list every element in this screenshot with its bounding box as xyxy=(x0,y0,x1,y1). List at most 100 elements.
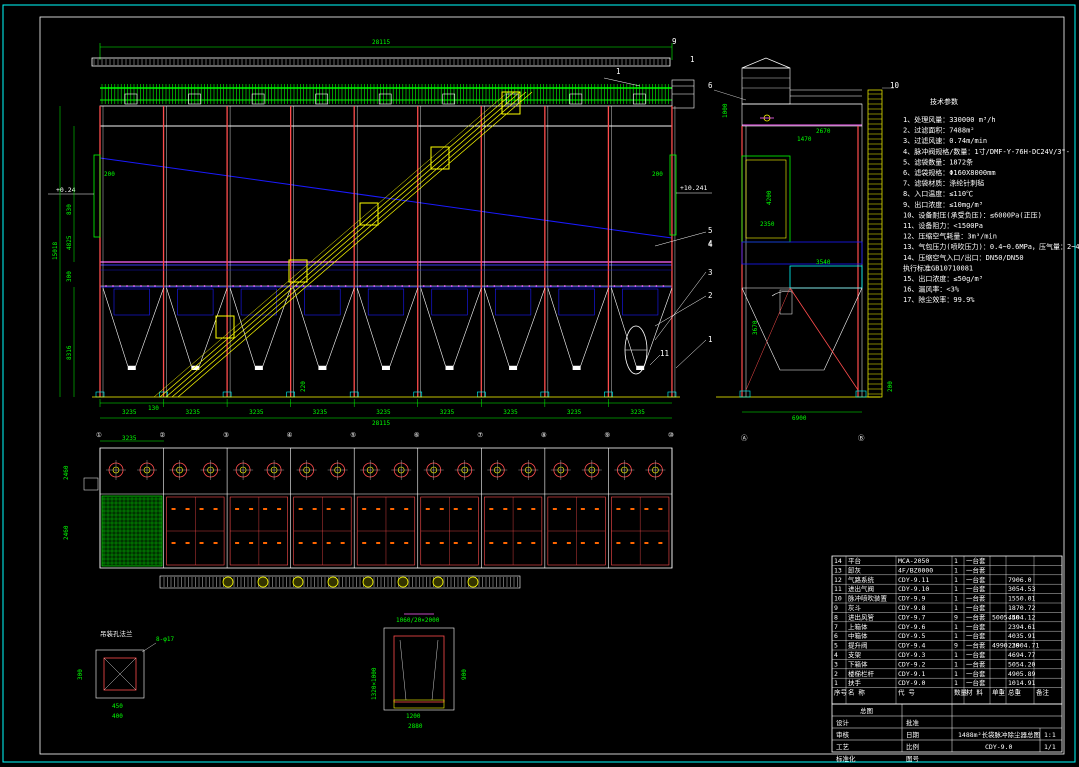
plan-bay-width: 3235 xyxy=(122,435,137,442)
bom-cell: 卸灰 xyxy=(848,565,862,574)
bom-cell: 7906.0 xyxy=(1008,576,1032,584)
callout-5: 5 xyxy=(708,226,713,235)
dim-lower-height: 8316 xyxy=(66,345,73,360)
side-dim-3540: 3540 xyxy=(816,259,831,266)
bom-cell: 进出气阀 xyxy=(848,584,874,593)
grid-label: ④ xyxy=(287,431,293,439)
callout-6: 6 xyxy=(708,81,713,90)
title-company: 总图 xyxy=(860,706,873,715)
dim-height-total: 15018 xyxy=(52,242,59,260)
callout-3: 3 xyxy=(708,268,713,277)
dim-830: 830 xyxy=(66,204,73,215)
bom-cell: 4 xyxy=(834,651,838,659)
bom-header: 单重 xyxy=(992,688,1006,697)
strip-valve xyxy=(432,576,444,588)
detail-b-dim-bottom: 2880 xyxy=(408,723,423,730)
title-label: 工艺 xyxy=(836,743,850,751)
strip-valve xyxy=(327,576,339,588)
bom-cell: 1 xyxy=(954,585,958,593)
bom-header: 名 称 xyxy=(848,688,865,697)
bom-header: 序号 xyxy=(834,688,848,697)
detail-b-dim-inner: 1200 xyxy=(406,713,421,720)
bom-cell: 一台套 xyxy=(966,641,986,650)
bom-cell: 1 xyxy=(954,557,958,565)
title-drawing-name: 1488m²长袋脉冲除尘器总图 xyxy=(958,730,1040,739)
bom-cell: 1014.91 xyxy=(1008,679,1035,687)
note-line: 3、过滤风速：0.74m/min xyxy=(903,136,987,145)
side-dim-1470: 1470 xyxy=(797,136,812,143)
right-level-label: +10.241 xyxy=(680,184,707,192)
bom-cell: 13 xyxy=(834,566,842,574)
note-line: 10、设备耐压(承受负压)：≤6000Pa(正压) xyxy=(903,210,1042,219)
bom-cell: CDY-9.9 xyxy=(898,595,925,603)
bom-cell: 1 xyxy=(954,604,958,612)
side-dim-4200: 4200 xyxy=(766,190,773,205)
title-label: 日期 xyxy=(906,731,920,739)
bom-header: 代 号 xyxy=(898,688,915,697)
bom-cell: 1 xyxy=(954,632,958,640)
bom-cell: 5 xyxy=(834,642,838,650)
bom-cell: 1 xyxy=(954,651,958,659)
bom-cell: CDY-9.7 xyxy=(898,613,925,621)
dim-220: 220 xyxy=(300,381,307,392)
bom-cell: 4905.89 xyxy=(1008,670,1035,678)
grid-label: ① xyxy=(96,431,102,439)
left-level-label: +0.24 xyxy=(56,186,76,194)
notes-title: 技术参数 xyxy=(930,97,958,106)
bom-cell: 一台套 xyxy=(966,669,986,678)
bom-cell: 6 xyxy=(834,632,838,640)
bom-header: 材 料 xyxy=(966,688,983,697)
note-line: 4、脉冲阀规格/数量：1寸/DMF-Y-76H-DC24V/3"- xyxy=(903,147,1070,156)
detail-a-dim-300: 300 xyxy=(77,669,84,680)
callout-1-top: 1 xyxy=(616,67,621,76)
bom-cell: 1 xyxy=(834,679,838,687)
bay-dim: 3235 xyxy=(630,409,645,416)
dim-total-length: 28115 xyxy=(372,39,390,46)
bom-cell: 3 xyxy=(834,660,838,668)
detail-a-bolt: 8-φ17 xyxy=(156,636,174,643)
detail-b-dim-right: 900 xyxy=(461,669,468,680)
note-line: 7、滤袋材质：涤纶针刺毡 xyxy=(903,179,984,188)
bom-cell: 进出风管 xyxy=(848,612,875,621)
bom-cell: 一台套 xyxy=(966,594,986,603)
bom-cell: 中箱体 xyxy=(848,631,868,640)
title-scale: 1:1 xyxy=(1044,731,1056,739)
bom-cell: CDY-9.8 xyxy=(898,604,925,612)
side-dim-2350: 2350 xyxy=(760,221,775,228)
title-label: 图号 xyxy=(906,755,920,763)
detail-b-dim-side: 1320×1000 xyxy=(371,667,378,700)
bay-dim: 3235 xyxy=(503,409,518,416)
strip-valve xyxy=(362,576,374,588)
bom-cell: 5054.20 xyxy=(1008,660,1035,668)
strip-valve xyxy=(397,576,409,588)
grid-label: ⑤ xyxy=(350,431,356,439)
dim-bottom-total: 28115 xyxy=(372,420,390,427)
bom-cell: 一台套 xyxy=(966,631,986,640)
bom-cell: 1 xyxy=(954,679,958,687)
cad-drawing-canvas: 28115 +0.24 +10.241 15018 4825 830 300 8… xyxy=(0,0,1079,767)
bom-cell: 14 xyxy=(834,557,842,565)
grid-label: ③ xyxy=(223,431,229,439)
bom-cell: 一台套 xyxy=(966,603,986,612)
grid-label: ⑨ xyxy=(604,431,610,439)
bom-cell: MCA-2050 xyxy=(898,557,929,565)
title-label: 审核 xyxy=(836,730,850,739)
note-line: 16、漏风率：<3% xyxy=(903,285,960,294)
bom-cell: 4694.77 xyxy=(1008,651,1035,659)
bom-cell: 1550.01 xyxy=(1008,595,1035,603)
callout-11: 11 xyxy=(660,349,669,358)
grid-label: ② xyxy=(160,431,166,439)
bom-cell: 一台套 xyxy=(966,565,986,574)
bom-cell: 灰斗 xyxy=(848,603,862,612)
bom-header: 备注 xyxy=(1036,688,1050,697)
bay-dim: 3235 xyxy=(376,409,391,416)
bom-cell: CDY-9.3 xyxy=(898,651,925,659)
note-line: 17、除尘效率：99.9% xyxy=(903,295,975,304)
grid-label: ⑧ xyxy=(541,431,547,439)
bom-cell: CDY-9.1 xyxy=(898,670,925,678)
detail-a-title: 吊装孔法兰 xyxy=(100,629,133,638)
bom-cell: 1 xyxy=(954,566,958,574)
bom-cell: CDY-9.2 xyxy=(898,660,925,668)
plan-dim-2460b: 2460 xyxy=(63,525,70,540)
dim-300: 300 xyxy=(66,271,73,282)
